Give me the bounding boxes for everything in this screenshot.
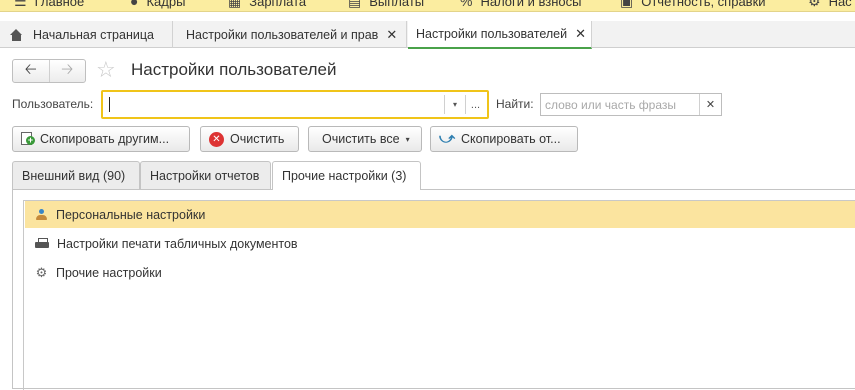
- people-icon: ●: [130, 0, 139, 9]
- settings-list: Персональные настройки Настройки печати …: [23, 200, 855, 390]
- find-label: Найти:: [496, 97, 534, 111]
- history-nav: 🡠 🡢: [12, 59, 86, 83]
- menu-item-label: Налоги и взносы: [480, 0, 582, 9]
- clear-icon: ✕: [209, 131, 224, 147]
- ellipsis-icon: ...: [470, 98, 481, 111]
- user-field[interactable]: ▾ ...: [101, 90, 489, 119]
- tab-label: Прочие настройки (3): [282, 169, 407, 183]
- tab-appearance[interactable]: Внешний вид (90): [12, 161, 140, 189]
- arrow-right-icon: 🡢: [61, 60, 74, 78]
- gear-icon: ⚙: [35, 265, 48, 280]
- printer-icon: [35, 237, 49, 250]
- copy-from-button[interactable]: ⤻ Скопировать от...: [430, 126, 578, 152]
- close-icon[interactable]: ✕: [386, 27, 397, 43]
- button-label: Очистить: [230, 132, 285, 146]
- copy-add-icon: [21, 132, 35, 146]
- select-button[interactable]: ...: [465, 95, 485, 114]
- list-item-label: Персональные настройки: [56, 207, 206, 222]
- close-icon[interactable]: ✕: [575, 26, 586, 42]
- hamburger-icon: ☰: [14, 0, 27, 9]
- favorite-star-icon[interactable]: ☆: [96, 57, 116, 83]
- chevron-down-icon: ▾: [452, 100, 457, 109]
- settings-icon: ⚙: [808, 0, 821, 9]
- tab-report-settings[interactable]: Настройки отчетов: [140, 161, 271, 189]
- clear-all-button[interactable]: Очистить все ▾: [308, 126, 422, 152]
- button-label: Очистить все: [322, 132, 400, 146]
- menu-item-taxes[interactable]: % Налоги и взносы: [460, 0, 582, 9]
- tab-label: Начальная страница: [33, 27, 154, 42]
- list-item-other[interactable]: ⚙ Прочие настройки: [25, 259, 855, 286]
- arrow-left-icon: 🡠: [24, 60, 37, 78]
- tab-label: Настройки пользователей: [416, 27, 568, 41]
- clear-search-button[interactable]: ✕: [699, 94, 721, 115]
- page-title: Настройки пользователей: [131, 60, 337, 79]
- tab-other-settings[interactable]: Прочие настройки (3): [272, 161, 421, 190]
- window-tabs: Начальная страница Настройки пользовател…: [0, 21, 855, 49]
- search-input[interactable]: [541, 94, 699, 115]
- menu-item-label: Выплаты: [369, 0, 425, 9]
- calculator-icon: ▦: [228, 0, 242, 9]
- menu-item-payments[interactable]: ▤ Выплаты: [348, 0, 424, 10]
- menu-item-reports[interactable]: ▣ Отчетность, справки: [620, 0, 766, 10]
- menu-item-label: Нас: [828, 0, 852, 9]
- tab-label: Настройки пользователей и прав: [186, 27, 379, 42]
- tab-label: Внешний вид (90): [22, 168, 126, 183]
- forward-button[interactable]: 🡢: [48, 60, 86, 82]
- menu-item-label: Кадры: [146, 0, 186, 9]
- percent-icon: %: [460, 0, 473, 9]
- list-item-print[interactable]: Настройки печати табличных документов: [25, 230, 855, 257]
- tab-users-and-rights[interactable]: Настройки пользователей и прав ✕: [174, 21, 407, 48]
- menu-item-hr[interactable]: ● Кадры: [130, 0, 185, 9]
- menu-item-label: Главное: [34, 0, 85, 9]
- menu-item-label: Отчетность, справки: [641, 0, 766, 9]
- wallet-icon: ▤: [348, 0, 362, 9]
- home-icon: [10, 28, 23, 41]
- button-label: Скопировать другим...: [40, 132, 170, 146]
- menu-item-label: Зарплата: [249, 0, 307, 9]
- menu-item-settings[interactable]: ⚙ Нас: [808, 0, 852, 10]
- copy-to-others-button[interactable]: Скопировать другим...: [12, 126, 190, 152]
- menu-item-main[interactable]: ☰ Главное: [14, 0, 84, 10]
- settings-panel: Персональные настройки Настройки печати …: [12, 189, 855, 390]
- chevron-down-icon: ▾: [405, 134, 410, 144]
- button-label: Скопировать от...: [461, 132, 561, 146]
- clear-button[interactable]: ✕ Очистить: [200, 126, 299, 152]
- person-icon: [35, 208, 48, 221]
- menu-item-salary[interactable]: ▦ Зарплата: [228, 0, 306, 10]
- search-box: ✕: [540, 93, 722, 116]
- tab-user-settings[interactable]: Настройки пользователей ✕: [408, 21, 592, 49]
- report-icon: ▣: [620, 0, 634, 9]
- user-label: Пользователь:: [12, 97, 94, 111]
- dropdown-button[interactable]: ▾: [444, 95, 465, 114]
- tab-label: Настройки отчетов: [150, 168, 260, 183]
- list-item-personal[interactable]: Персональные настройки: [25, 201, 855, 228]
- list-item-label: Настройки печати табличных документов: [57, 236, 298, 251]
- text-cursor: [109, 97, 110, 112]
- main-menu-bar: ☰ Главное ● Кадры ▦ Зарплата ▤ Выплаты %…: [0, 0, 855, 12]
- back-button[interactable]: 🡠: [13, 60, 49, 82]
- close-icon: ✕: [705, 99, 716, 111]
- list-item-label: Прочие настройки: [56, 265, 162, 280]
- tab-home[interactable]: Начальная страница: [0, 21, 173, 48]
- curved-arrow-icon: ⤻: [439, 130, 456, 147]
